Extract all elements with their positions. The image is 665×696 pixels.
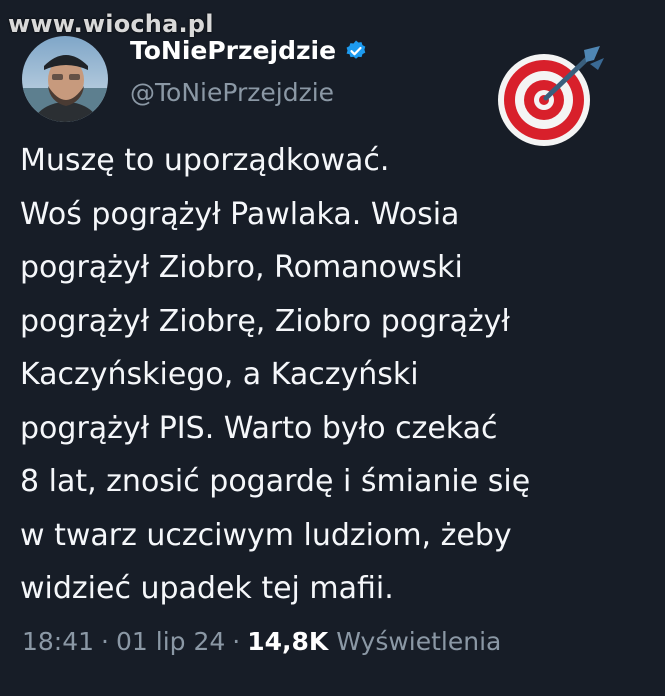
views-count: 14,8K xyxy=(247,627,329,656)
author-name-row: ToNiePrzejdzie xyxy=(130,36,368,65)
tweet-time[interactable]: 18:41 xyxy=(22,627,94,656)
avatar[interactable] xyxy=(22,36,108,122)
verified-badge-icon xyxy=(344,39,368,63)
tweet-line: Woś pogrążył Pawlaka. Wosia xyxy=(20,196,460,232)
meta-separator: · xyxy=(101,627,109,656)
author-handle[interactable]: @ToNiePrzejdzie xyxy=(130,78,334,107)
meta-separator: · xyxy=(232,627,241,656)
direct-hit-target-icon xyxy=(494,44,606,148)
tweet-line: Kaczyńskiego, a Kaczyński xyxy=(20,357,419,392)
views-label: Wyświetlenia xyxy=(336,627,502,656)
tweet-line: w twarz uczciwym ludziom, żeby xyxy=(20,517,512,553)
tweet-line: pogrążył Ziobrę, Ziobro pogrążył xyxy=(20,303,510,339)
tweet-text: Muszę to uporządkować. Woś pogrążył Pawl… xyxy=(20,134,645,616)
tweet-line: 8 lat, znosić pogardę i śmianie się xyxy=(20,464,531,499)
author-display-name[interactable]: ToNiePrzejdzie xyxy=(130,36,336,65)
tweet-meta: 18:41 · 01 lip 24 · 14,8K Wyświetlenia xyxy=(22,627,501,656)
tweet-line: pogrążył Ziobro, Romanowski xyxy=(20,250,463,285)
tweet-card: www.wiocha.pl ToNiePrzejdzie @ToNiePrzej… xyxy=(0,0,665,696)
site-watermark: www.wiocha.pl xyxy=(8,10,214,38)
tweet-line: pogrążył PIS. Warto było czekać xyxy=(20,410,498,446)
tweet-line: widzieć upadek tej mafii. xyxy=(20,571,394,606)
tweet-line: Muszę to uporządkować. xyxy=(20,143,390,178)
tweet-date[interactable]: 01 lip 24 xyxy=(116,627,225,656)
